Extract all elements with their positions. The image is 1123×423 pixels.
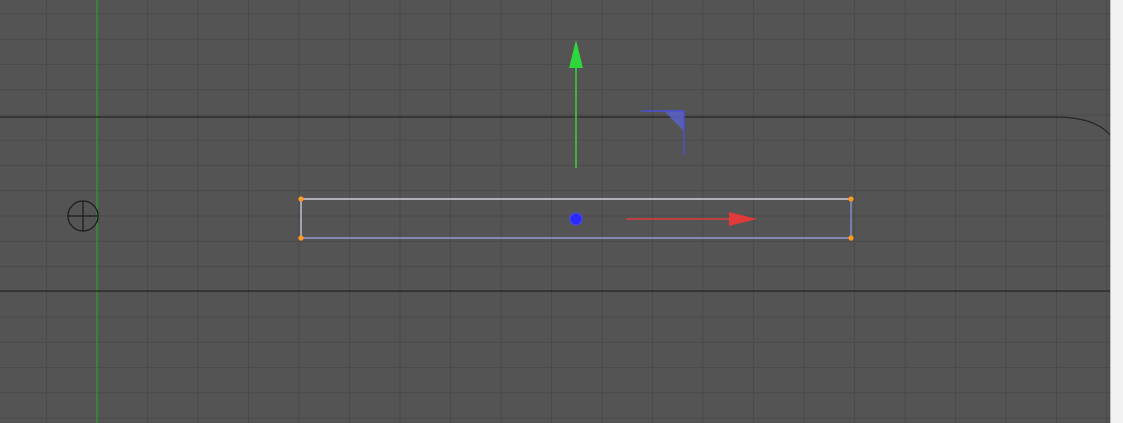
corner-handle-top-left[interactable] [298,196,304,202]
canvas-viewport[interactable] [0,0,1123,423]
corner-handle-bottom-left[interactable] [298,235,304,241]
artboard-top-edge [0,116,1110,136]
grid-lines [0,0,1110,423]
vertical-scrollbar[interactable] [1110,0,1123,423]
corner-handle-top-right[interactable] [848,196,854,202]
corner-handle-bottom-right[interactable] [848,235,854,241]
scene-svg [0,0,1110,423]
crosshair-icon[interactable] [67,200,99,232]
y-axis-arrow-icon[interactable] [569,40,583,168]
pivot-point-icon[interactable] [569,212,583,226]
x-axis-arrow-icon[interactable] [626,212,757,226]
